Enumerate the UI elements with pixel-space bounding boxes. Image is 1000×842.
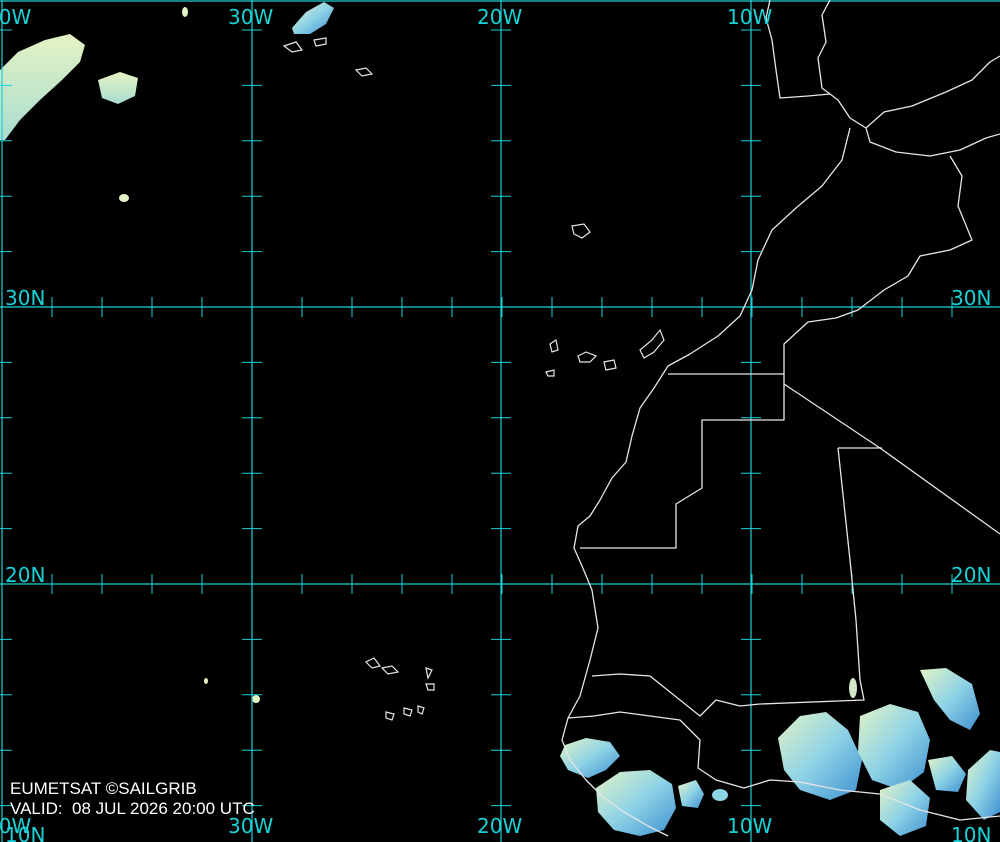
lon-label-20w-bottom: 20W [477, 814, 522, 838]
lon-label-40w-top: 40W [0, 5, 31, 29]
lat-label-10n-right: 10N [951, 823, 991, 842]
lon-label-20w-top: 20W [477, 5, 522, 29]
lon-label-10w-top: 10W [727, 5, 772, 29]
cloud-speck [119, 194, 129, 202]
lat-label-20n-left: 20N [5, 563, 45, 587]
cloud-speck [252, 695, 260, 703]
satellite-map: 40W 30W 20W 10W 40W 30W 20W 10W 30N 30N … [0, 0, 1000, 842]
cloud-speck [182, 7, 188, 17]
lat-label-20n-right: 20N [951, 563, 991, 587]
valid-time: 08 JUL 2026 20:00 UTC [72, 799, 255, 818]
lat-label-30n-right: 30N [951, 286, 991, 310]
credit-text: EUMETSAT ©SAILGRIB [10, 779, 197, 798]
valid-label: VALID: [10, 799, 63, 818]
cloud-speck [849, 678, 857, 698]
lon-label-10w-bottom: 10W [727, 814, 772, 838]
map-background [0, 0, 1000, 842]
cloud-speck [712, 789, 728, 801]
image-credit: EUMETSAT ©SAILGRIB VALID: 08 JUL 2026 20… [10, 779, 255, 819]
lat-label-30n-left: 30N [5, 286, 45, 310]
lon-label-30w-top: 30W [228, 5, 273, 29]
lat-label-10n-left: 10N [5, 823, 45, 842]
cloud-speck [204, 678, 208, 684]
